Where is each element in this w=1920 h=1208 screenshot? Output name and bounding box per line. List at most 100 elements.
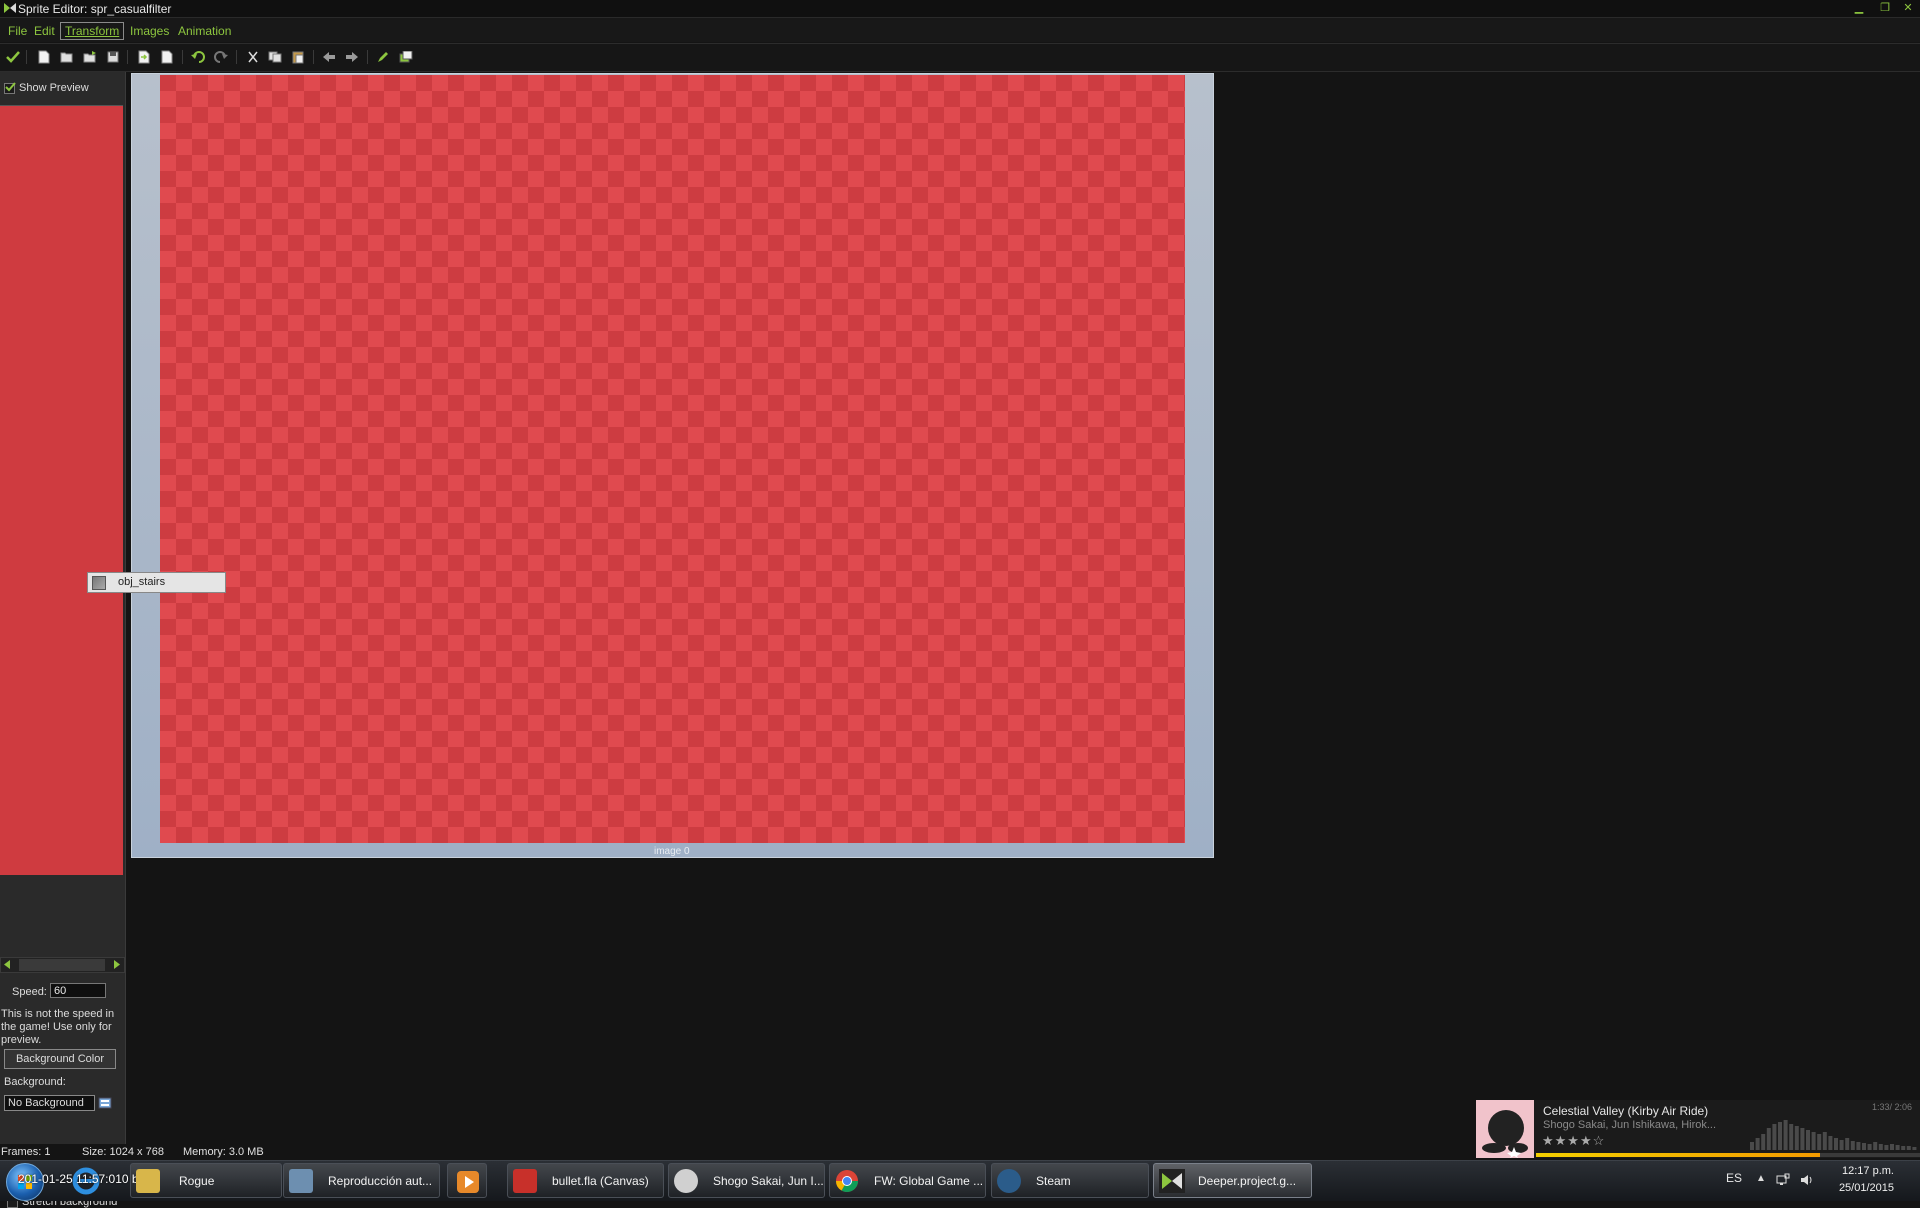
steam-icon: [997, 1169, 1021, 1193]
task-flash[interactable]: bullet.fla (Canvas): [507, 1163, 664, 1198]
speed-label: Speed:: [12, 986, 47, 998]
toolbar-separator: [26, 50, 27, 64]
task-media-player[interactable]: [447, 1163, 487, 1198]
grid-icon[interactable]: [397, 49, 415, 65]
song-progress-bar[interactable]: [1536, 1153, 1920, 1157]
close-icon[interactable]: ✕: [1898, 1, 1918, 15]
task-label: Rogue: [179, 1174, 215, 1188]
folder-icon: [136, 1169, 160, 1193]
sprite-preview: [0, 105, 123, 875]
media-player-icon: [457, 1171, 479, 1193]
rating-stars[interactable]: ★★★★☆: [1542, 1133, 1605, 1149]
equalizer-bar: [1789, 1124, 1794, 1150]
network-icon[interactable]: [1776, 1173, 1790, 1187]
scroll-left-icon[interactable]: [3, 960, 11, 969]
background-menu-icon[interactable]: [98, 1096, 112, 1110]
previous-frame-icon[interactable]: [320, 49, 338, 65]
preview-horizontal-scrollbar[interactable]: [0, 957, 125, 973]
show-preview-checkbox[interactable]: Show Preview: [4, 81, 89, 94]
equalizer-bar: [1850, 1141, 1855, 1150]
toolbar: [0, 43, 1920, 72]
status-frames: Frames: 1: [1, 1146, 51, 1158]
status-memory: Memory: 3.0 MB: [183, 1146, 264, 1158]
menu-animation[interactable]: Animation: [174, 23, 235, 39]
gamemaker-logo-icon: [4, 3, 16, 13]
open-icon[interactable]: [58, 49, 76, 65]
speed-note: This is not the speed in the game! Use o…: [1, 1008, 115, 1046]
autoplay-icon: [289, 1169, 313, 1193]
background-select[interactable]: No Background: [4, 1095, 95, 1111]
task-autoplay[interactable]: Reproducción aut...: [283, 1163, 440, 1198]
language-indicator[interactable]: ES: [1726, 1171, 1742, 1185]
song-time: 1:33/ 2:06: [1872, 1102, 1913, 1112]
flash-icon: [513, 1169, 537, 1193]
scrollbar-thumb[interactable]: [19, 959, 105, 971]
equalizer-bar: [1828, 1136, 1833, 1150]
background-color-button[interactable]: Background Color: [4, 1049, 116, 1069]
equalizer-bar: [1778, 1122, 1782, 1150]
equalizer-bar: [1822, 1132, 1827, 1150]
confirm-icon[interactable]: [4, 49, 22, 65]
equalizer-bar: [1906, 1146, 1911, 1150]
menu-file[interactable]: File: [4, 23, 31, 39]
equalizer-bar: [1878, 1144, 1883, 1150]
volume-icon[interactable]: [1800, 1173, 1814, 1187]
export-icon[interactable]: [158, 49, 176, 65]
task-label: Steam: [1036, 1174, 1071, 1188]
music-widget[interactable]: Celestial Valley (Kirby Air Ride) Shogo …: [1476, 1100, 1920, 1158]
task-gamemaker[interactable]: Deeper.project.g...: [1153, 1163, 1312, 1198]
task-steam[interactable]: Steam: [991, 1163, 1149, 1198]
equalizer-bar: [1766, 1128, 1771, 1150]
equalizer-bar: [1783, 1120, 1788, 1150]
music-player-icon: [674, 1169, 698, 1193]
equalizer-bar: [1890, 1144, 1894, 1150]
task-label: Shogo Sakai, Jun I...: [713, 1174, 824, 1188]
new-icon[interactable]: [35, 49, 53, 65]
album-art: [1476, 1100, 1534, 1158]
dragged-object-item[interactable]: obj_stairs: [87, 572, 226, 593]
scroll-right-icon[interactable]: [113, 960, 121, 969]
equalizer-bar: [1817, 1134, 1822, 1150]
clock-date[interactable]: 25/01/2015: [1826, 1182, 1894, 1194]
task-rogue[interactable]: Rogue: [130, 1163, 282, 1198]
paste-icon[interactable]: [289, 49, 307, 65]
dragged-object-label: obj_stairs: [118, 576, 166, 588]
equalizer-bar: [1839, 1140, 1844, 1150]
redo-icon[interactable]: [212, 49, 230, 65]
menu-edit[interactable]: Edit: [30, 23, 59, 39]
toolbar-separator: [367, 50, 368, 64]
cut-icon[interactable]: [244, 49, 262, 65]
sprite-canvas-image[interactable]: [160, 75, 1185, 843]
gamemaker-icon: [1159, 1169, 1185, 1193]
clock-time[interactable]: 12:17 p.m.: [1834, 1165, 1894, 1177]
undo-icon[interactable]: [189, 49, 207, 65]
menu-transform[interactable]: Transform: [60, 22, 125, 40]
task-chrome[interactable]: FW: Global Game ...: [829, 1163, 986, 1198]
menu-images[interactable]: Images: [126, 23, 173, 39]
save-icon[interactable]: [104, 49, 122, 65]
task-music-player[interactable]: Shogo Sakai, Jun I...: [668, 1163, 825, 1198]
equalizer-bar: [1834, 1138, 1838, 1150]
edit-pencil-icon[interactable]: [374, 49, 392, 65]
show-hidden-icons-icon[interactable]: ▲: [1756, 1173, 1770, 1187]
copy-icon[interactable]: [266, 49, 284, 65]
song-title: Celestial Valley (Kirby Air Ride): [1543, 1104, 1709, 1118]
task-label: bullet.fla (Canvas): [552, 1174, 649, 1188]
next-frame-icon[interactable]: [343, 49, 361, 65]
maximize-icon[interactable]: ❐: [1875, 1, 1895, 15]
checkbox-box[interactable]: [4, 81, 16, 94]
toolbar-separator: [313, 50, 314, 64]
window-title: Sprite Editor: spr_casualfilter: [18, 2, 172, 16]
minimize-icon[interactable]: ▁: [1849, 1, 1869, 15]
equalizer-bar: [1772, 1124, 1777, 1150]
load-strip-icon[interactable]: [81, 49, 99, 65]
task-label: Reproducción aut...: [328, 1174, 433, 1188]
status-size: Size: 1024 x 768: [82, 1146, 164, 1158]
taskbar: 201-01-25 11:57:010 b Rogue Reproducción…: [0, 1160, 1920, 1201]
import-icon[interactable]: [135, 49, 153, 65]
speed-input[interactable]: 60: [50, 983, 106, 998]
show-preview-label: Show Preview: [19, 82, 89, 94]
menu-bar: File Edit Transform Images Animation: [0, 18, 1920, 42]
taskbar-overlay-text: 201-01-25 11:57:010 b: [18, 1172, 139, 1186]
equalizer-bar: [1750, 1142, 1754, 1150]
